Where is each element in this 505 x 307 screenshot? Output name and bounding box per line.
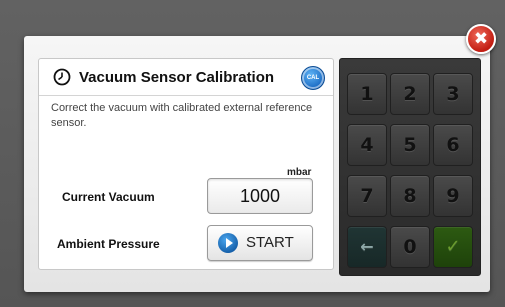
checkmark-icon: ✓ [445,236,461,257]
unit-label: mbar [287,167,312,178]
key-7[interactable]: 7 [347,175,387,217]
key-9[interactable]: 9 [433,175,473,217]
key-3[interactable]: 3 [433,73,473,115]
key-6[interactable]: 6 [433,124,473,166]
panel-header: Vacuum Sensor Calibration CAL [39,59,333,96]
key-1[interactable]: 1 [347,73,387,115]
clock-icon [53,68,71,86]
numeric-keypad: 1 2 3 4 5 6 7 8 9 ← 0 ✓ [339,58,481,276]
play-icon [218,233,238,253]
dialog-title: Vacuum Sensor Calibration [79,69,275,86]
backspace-key[interactable]: ← [347,226,387,268]
start-button[interactable]: START [207,225,313,261]
calibration-panel: Vacuum Sensor Calibration CAL Correct th… [38,58,334,270]
arrow-left-icon: ← [360,237,374,256]
start-label: START [246,234,294,251]
key-0[interactable]: 0 [390,226,430,268]
key-4[interactable]: 4 [347,124,387,166]
current-vacuum-label: Current Vacuum [62,190,155,204]
current-vacuum-field[interactable]: 1000 [207,178,313,214]
cal-icon: CAL [301,66,325,90]
description-text: Correct the vacuum with calibrated exter… [51,102,313,129]
close-button[interactable]: ✖ [466,24,496,54]
confirm-key[interactable]: ✓ [433,226,473,268]
key-5[interactable]: 5 [390,124,430,166]
close-icon: ✖ [473,29,489,49]
key-8[interactable]: 8 [390,175,430,217]
key-2[interactable]: 2 [390,73,430,115]
ambient-pressure-label: Ambient Pressure [57,237,160,251]
